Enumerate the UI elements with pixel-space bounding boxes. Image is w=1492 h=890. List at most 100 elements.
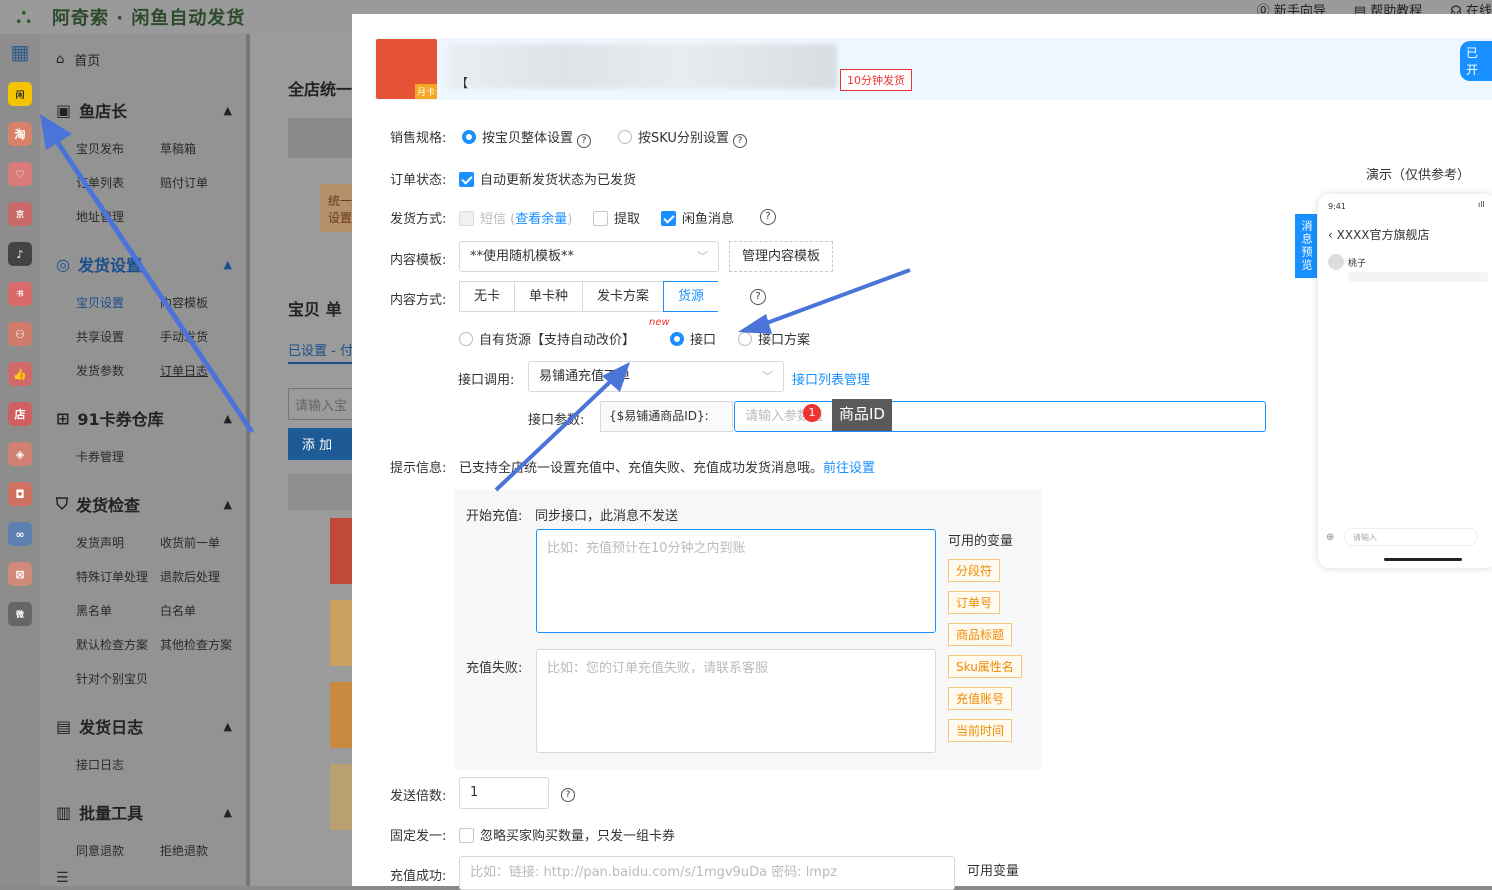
template-select[interactable]: **使用随机模板** ﹀: [459, 241, 719, 272]
fail-recharge-textarea[interactable]: 比如：您的订单充值失败，请联系客服: [536, 649, 936, 753]
menu-item[interactable]: 手动发货: [160, 328, 208, 345]
menu-item[interactable]: 草稿箱: [160, 140, 196, 157]
menu-section-check[interactable]: ⛉ 发货检查 ▲: [56, 492, 232, 516]
menu-item[interactable]: 订单日志: [160, 362, 208, 379]
bag-app-icon[interactable]: ◘: [8, 482, 32, 506]
grid-icon[interactable]: ▦: [8, 40, 32, 64]
menu-section-shop[interactable]: ▣ 鱼店长 ▲: [56, 98, 232, 122]
menu-section-batch[interactable]: ▥ 批量工具 ▲: [56, 800, 232, 824]
menu-item[interactable]: 同意退款: [76, 842, 124, 859]
menu-item[interactable]: 发货声明: [76, 534, 124, 551]
radio[interactable]: [738, 332, 752, 346]
menu-item-active[interactable]: 宝贝设置: [76, 294, 124, 311]
thumb-app-icon[interactable]: 👍: [8, 362, 32, 386]
help-icon[interactable]: ?: [561, 788, 575, 802]
help-icon[interactable]: ?: [577, 134, 592, 148]
menu-item[interactable]: 黑名单: [76, 602, 112, 619]
pdd-app-icon[interactable]: ⚇: [8, 322, 32, 346]
menu-item[interactable]: 共享设置: [76, 328, 124, 345]
source-own-option[interactable]: 自有货源【支持自动改价】: [459, 329, 635, 348]
goto-settings-link[interactable]: 前往设置: [823, 461, 875, 476]
pickup-checkbox[interactable]: 提取: [593, 208, 640, 227]
douyin-app-icon[interactable]: ♪: [8, 242, 32, 266]
mode-source[interactable]: 货源: [663, 281, 719, 312]
menu-item[interactable]: 白名单: [160, 602, 196, 619]
fixed-one-checkbox[interactable]: 忽略买家购买数量，只发一组卡券: [459, 825, 675, 844]
voice-icon[interactable]: ⊕: [1326, 532, 1334, 543]
xianyu-msg-checkbox[interactable]: 闲鱼消息: [661, 208, 734, 227]
menu-section-log[interactable]: ▤ 发货日志 ▲: [56, 714, 232, 738]
menu-item[interactable]: 内容模板: [160, 294, 208, 311]
help-icon[interactable]: ?: [732, 134, 747, 148]
menu-item[interactable]: 针对个别宝贝: [76, 670, 148, 687]
var-recharge-account[interactable]: 充值账号: [948, 687, 1013, 710]
xiaohongshu-app-icon[interactable]: 书: [8, 282, 32, 306]
menu-item[interactable]: 接口日志: [76, 756, 124, 773]
message-preview-tab[interactable]: 消息预览: [1295, 214, 1317, 278]
help-icon[interactable]: ?: [750, 289, 766, 305]
coupon-app-icon[interactable]: ⊠: [8, 562, 32, 586]
checkbox[interactable]: [459, 828, 474, 843]
start-recharge-textarea[interactable]: 比如：充值预计在10分钟之内到账: [536, 529, 936, 633]
radio-selected[interactable]: [462, 130, 476, 144]
manage-template-button[interactable]: 管理内容模板: [729, 241, 834, 272]
gift-app-icon[interactable]: ◈: [8, 442, 32, 466]
auto-update-checkbox[interactable]: 自动更新发货状态为已发货: [459, 169, 636, 188]
radio[interactable]: [459, 332, 473, 346]
menu-item[interactable]: 订单列表: [76, 174, 124, 191]
menu-item[interactable]: 地址管理: [76, 208, 124, 225]
jd-app-icon[interactable]: 京: [8, 202, 32, 226]
var-separator[interactable]: 分段符: [948, 559, 1001, 582]
ship-help[interactable]: ?: [756, 207, 776, 225]
checkbox[interactable]: [593, 211, 608, 226]
checkbox-checked[interactable]: [661, 211, 676, 226]
api-list-link[interactable]: 接口列表管理: [792, 369, 870, 388]
radio-selected[interactable]: [670, 332, 684, 346]
taobao-app-icon[interactable]: 淘: [8, 122, 32, 146]
mode-no-card[interactable]: 无卡: [460, 282, 516, 311]
phone-input[interactable]: 请输入: [1344, 528, 1478, 546]
multiplier-input[interactable]: 1: [459, 777, 549, 809]
menu-item[interactable]: 卡券管理: [76, 448, 124, 465]
menu-item[interactable]: 收货前一单: [160, 534, 220, 551]
menu-item[interactable]: 特殊订单处理: [76, 568, 148, 585]
menu-item[interactable]: 发货参数: [76, 362, 124, 379]
menu-item[interactable]: 其他检查方案: [160, 636, 232, 653]
menu-section-coupon[interactable]: ⊞ 91卡券仓库 ▲: [56, 406, 232, 430]
spec-option-whole[interactable]: 按宝贝整体设置?: [462, 127, 592, 148]
xianyu-app-icon[interactable]: 闲: [8, 82, 32, 106]
checkbox-checked[interactable]: [459, 172, 474, 187]
help-icon[interactable]: ?: [760, 209, 776, 225]
sms-checkbox[interactable]: 短信 (查看余量): [459, 208, 572, 227]
mode-card-plan[interactable]: 发卡方案: [583, 282, 665, 311]
shop-app-icon[interactable]: 店: [8, 402, 32, 426]
multiplier-help[interactable]: ?: [557, 785, 575, 802]
bg-search[interactable]: 请输入宝: [288, 388, 360, 420]
spec-option-sku[interactable]: 按SKU分别设置?: [618, 127, 747, 148]
var-product-title[interactable]: 商品标题: [948, 623, 1013, 646]
menu-item[interactable]: 拒绝退款: [160, 842, 208, 859]
checkbox-disabled[interactable]: [459, 211, 474, 226]
menu-item[interactable]: 退款后处理: [160, 568, 220, 585]
collapse-menu-icon[interactable]: ☰: [56, 870, 69, 886]
mode-help[interactable]: ?: [746, 287, 766, 305]
api-call-select[interactable]: 易铺通充值下单 ﹀: [528, 361, 784, 392]
menu-home[interactable]: ⌂ 首页: [56, 50, 100, 69]
success-textarea[interactable]: 比如：链接: http://pan.baidu.com/s/1mgv9uDa 密…: [459, 856, 955, 890]
menu-item[interactable]: 默认检查方案: [76, 636, 148, 653]
var-order-no[interactable]: 订单号: [948, 591, 1001, 614]
menu-item[interactable]: 赔付订单: [160, 174, 208, 191]
menu-section-ship-settings[interactable]: ◎ 发货设置 ▲: [56, 252, 232, 276]
var-sku-name[interactable]: Sku属性名: [948, 655, 1022, 678]
menu-item[interactable]: 宝贝发布: [76, 140, 124, 157]
mode-single-card[interactable]: 单卡种: [515, 282, 584, 311]
source-api-plan-option[interactable]: 接口方案: [738, 329, 810, 348]
open-status-badge[interactable]: 已开: [1460, 41, 1492, 81]
source-api-option[interactable]: 接口: [670, 329, 716, 348]
sms-balance-link[interactable]: 查看余量: [515, 212, 567, 227]
radio[interactable]: [618, 130, 632, 144]
back-icon[interactable]: ‹: [1328, 228, 1333, 242]
heart-app-icon[interactable]: ♡: [8, 162, 32, 186]
bg-add-button[interactable]: 添 加: [288, 428, 352, 460]
link-app-icon[interactable]: ∞: [8, 522, 32, 546]
